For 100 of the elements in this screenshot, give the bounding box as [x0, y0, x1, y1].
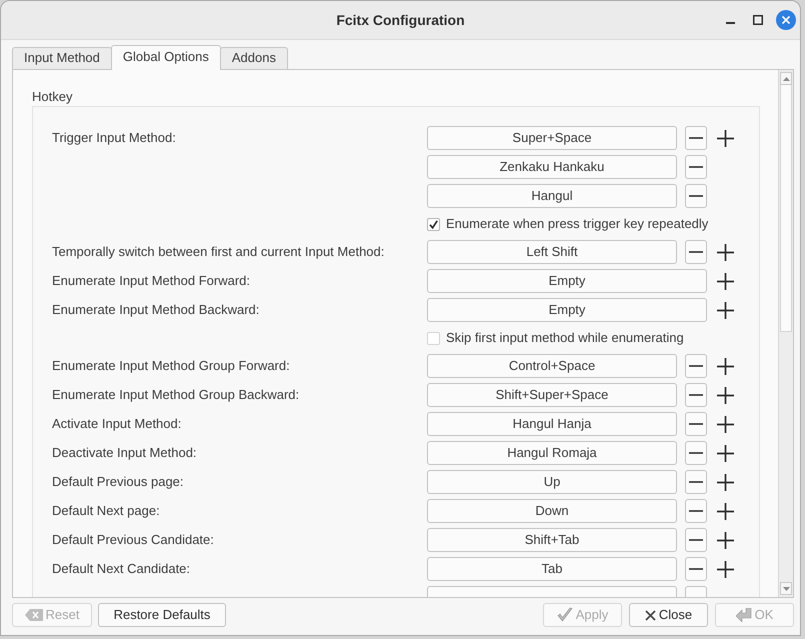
add-button[interactable]: [717, 560, 734, 578]
checkbox[interactable]: [427, 218, 440, 230]
minus-icon: [689, 568, 703, 570]
minus-icon: [689, 452, 703, 454]
scroll-thumb[interactable]: [780, 85, 792, 332]
remove-button[interactable]: [685, 470, 707, 494]
minimize-icon: [726, 22, 734, 24]
add-button[interactable]: [717, 244, 734, 260]
plus-icon: [717, 386, 734, 404]
minus-icon: [689, 539, 703, 541]
plus-icon: [717, 560, 734, 578]
minus-icon: [689, 394, 703, 396]
plus-icon: [717, 474, 734, 490]
add-button[interactable]: [717, 474, 734, 490]
up-arrow-icon: [782, 76, 790, 80]
remove-button[interactable]: [685, 557, 707, 581]
remove-button[interactable]: [685, 441, 707, 465]
plus-icon: [717, 130, 734, 146]
remove-button[interactable]: [685, 412, 707, 436]
remove-button[interactable]: [685, 155, 707, 179]
hotkey-label: Default Previous Candidate:: [52, 531, 214, 549]
remove-button[interactable]: [685, 383, 707, 407]
minus-icon: [689, 510, 703, 512]
scroll-down-button[interactable]: [780, 582, 792, 595]
key-button[interactable]: Hangul: [427, 184, 677, 208]
key-button[interactable]: Zenkaku Hankaku: [427, 155, 677, 179]
key-button[interactable]: Control+Space: [427, 354, 677, 378]
plus-icon: [717, 444, 734, 462]
plus-icon: [717, 502, 734, 520]
scrollbar-track[interactable]: [778, 70, 793, 597]
backspace-icon: [24, 609, 43, 621]
down-arrow-icon: [782, 586, 790, 590]
maximize-icon: [753, 15, 763, 25]
hotkey-label: Default Next Candidate:: [52, 560, 190, 578]
hotkey-label: Trigger Input Method:: [52, 129, 176, 147]
remove-button[interactable]: [685, 528, 707, 552]
add-button[interactable]: [717, 130, 734, 146]
tab[interactable]: Addons: [220, 47, 288, 69]
plus-icon: [717, 302, 734, 318]
checkbox-label: Skip first input method while enumerating: [446, 329, 684, 348]
remove-button[interactable]: [685, 126, 707, 150]
check-icon: [556, 607, 573, 623]
minus-icon: [689, 481, 703, 483]
window-close-button[interactable]: [774, 8, 798, 32]
minus-icon: [689, 251, 703, 253]
scroll-up-button[interactable]: [780, 72, 792, 85]
hotkey-label: Deactivate Input Method:: [52, 444, 197, 462]
add-button[interactable]: [717, 358, 734, 374]
key-button[interactable]: Up: [427, 470, 677, 494]
plus-icon: [717, 416, 734, 432]
plus-icon: [717, 272, 734, 290]
group-title: Hotkey: [32, 89, 72, 105]
hotkey-label: Enumerate Input Method Group Backward:: [52, 386, 300, 404]
remove-button[interactable]: [685, 184, 707, 208]
add-button[interactable]: [717, 386, 734, 404]
remove-button[interactable]: [685, 354, 707, 378]
key-button[interactable]: Left Shift: [427, 240, 677, 264]
key-button[interactable]: Shift+Super+Space: [427, 383, 677, 407]
add-button[interactable]: [717, 272, 734, 290]
add-button[interactable]: [717, 444, 734, 462]
key-button[interactable]: Super+Space: [427, 126, 677, 150]
plus-icon: [717, 532, 734, 548]
tab[interactable]: Input Method: [12, 47, 112, 69]
key-button[interactable]: Tab: [427, 557, 677, 581]
hotkey-label: Temporally switch between first and current Input Method:: [52, 243, 384, 261]
close-x-icon: [644, 610, 656, 620]
remove-button[interactable]: [685, 240, 707, 264]
plus-icon: [717, 358, 734, 374]
add-button[interactable]: [717, 532, 734, 548]
checkbox-label: Enumerate when press trigger key repeatedly: [446, 215, 708, 234]
add-button[interactable]: [717, 416, 734, 432]
close-button[interactable]: Close: [629, 603, 708, 627]
return-arrow-icon: [736, 608, 752, 622]
hotkey-label: Default Next page:: [52, 502, 160, 520]
minus-icon: [689, 365, 703, 367]
plus-icon: [717, 244, 734, 260]
remove-button[interactable]: [685, 499, 707, 523]
close-icon: [776, 10, 796, 30]
key-button[interactable]: Shift+Tab: [427, 528, 677, 552]
check-icon: [429, 220, 438, 228]
key-button[interactable]: Hangul Romaja: [427, 441, 677, 465]
key-button[interactable]: Empty: [427, 298, 707, 322]
minus-icon: [689, 423, 703, 425]
restore-defaults-button[interactable]: Restore Defaults: [98, 603, 226, 627]
hotkey-label: Enumerate Input Method Backward:: [52, 301, 260, 319]
add-button[interactable]: [717, 502, 734, 520]
key-button[interactable]: Hangul Hanja: [427, 412, 677, 436]
key-button[interactable]: Empty: [427, 269, 707, 293]
window-title: Fcitx Configuration: [336, 10, 465, 30]
add-button[interactable]: [717, 302, 734, 318]
hotkey-label: Default Previous page:: [52, 473, 184, 491]
minus-icon: [689, 137, 703, 139]
tab[interactable]: Global Options: [110, 45, 221, 70]
minus-icon: [689, 166, 703, 168]
minus-icon: [689, 195, 703, 197]
hotkey-label: Activate Input Method:: [52, 415, 182, 433]
checkbox[interactable]: [427, 332, 440, 344]
key-button[interactable]: Down: [427, 499, 677, 523]
hotkey-label: Enumerate Input Method Group Forward:: [52, 357, 290, 375]
hotkey-label: Enumerate Input Method Forward:: [52, 272, 250, 290]
